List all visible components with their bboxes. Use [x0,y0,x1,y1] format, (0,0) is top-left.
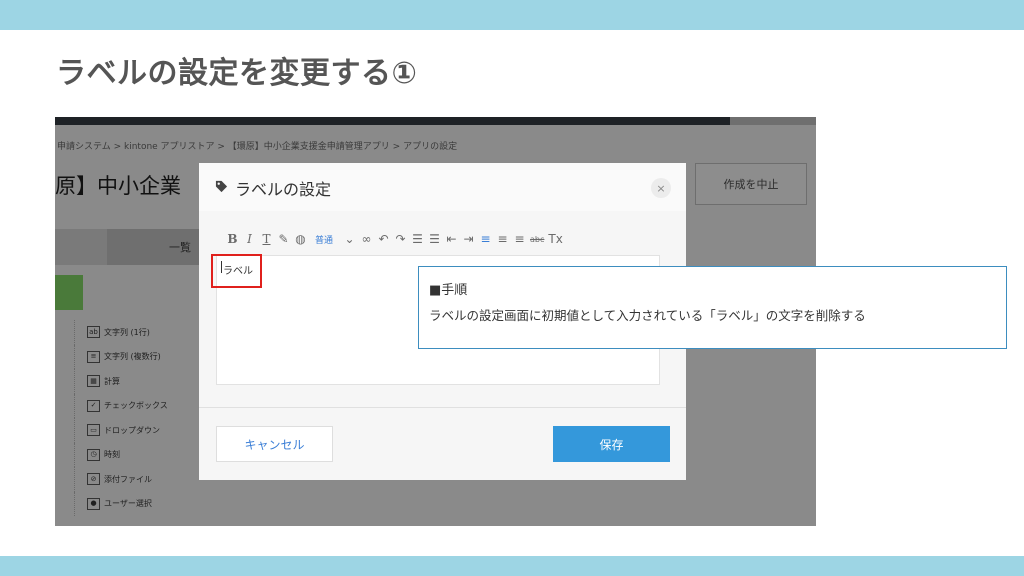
tab-form[interactable] [55,229,107,265]
align-left-icon[interactable]: ≡ [479,229,492,249]
background-color-icon[interactable]: ◍ [294,229,307,249]
breadcrumb: 申請システム > kintone アプリストア > 【環原】中小企業支援金申請管… [57,142,458,152]
palette-item-label: ドロップダウン [104,425,160,435]
redo-icon[interactable]: ↷ [394,229,407,249]
dialog-title: ラベルの設定 [235,180,332,199]
attachment-icon: ⊘ [87,473,100,486]
palette-item[interactable]: ▭ ドロップダウン [55,418,199,443]
user-select-icon: ● [87,497,100,510]
save-button[interactable]: 保存 [553,426,670,462]
align-center-icon[interactable]: ≡ [496,229,509,249]
palette-item-label: 計算 [104,376,120,386]
close-icon[interactable]: × [651,178,671,198]
drag-handle[interactable] [55,344,75,369]
instruction-callout: ■手順 ラベルの設定画面に初期値として入力されている「ラベル」の文字を削除する [418,266,1007,349]
save-form-button[interactable] [55,275,83,310]
bold-icon[interactable]: B [226,229,239,249]
top-band [0,0,1024,30]
drag-handle[interactable] [55,393,75,418]
palette-item-label: 添付ファイル [104,474,152,484]
slide: ラベルの設定を変更する① 申請システム > kintone アプリストア > 【… [0,0,1024,576]
palette-item-label: 文字列 (1行) [104,327,150,337]
bottom-band [0,556,1024,576]
underline-icon[interactable]: T [260,229,273,249]
highlight-box [211,254,262,288]
app-title: 原】中小企業 [55,174,181,198]
callout-body: ラベルの設定画面に初期値として入力されている「ラベル」の文字を削除する [429,308,866,323]
checkbox-icon: ✓ [87,399,100,412]
callout-heading: ■手順 [429,283,468,298]
calc-icon: ▦ [87,375,100,388]
editor-toolbar: B I T ✎ ◍ 普通 ⌄ ∞ ↶ ↷ ☰ ☰ ⇤ ⇥ ≡ ≡ ≡ abc T… [216,223,660,255]
ordered-list-icon[interactable]: ☰ [411,229,424,249]
unordered-list-icon[interactable]: ☰ [428,229,441,249]
text-single-icon: ab [87,326,100,339]
palette-item[interactable]: ● ユーザー選択 [55,491,199,516]
palette-item[interactable]: ⊘ 添付ファイル [55,467,199,492]
palette-item-label: 時刻 [104,450,120,460]
chevron-down-icon[interactable]: ⌄ [343,229,356,249]
text-multi-icon: ≡ [87,350,100,363]
palette-item[interactable]: ◷ 時刻 [55,442,199,467]
app-header-bar-right [730,117,816,125]
italic-icon[interactable]: I [243,229,256,249]
drag-handle[interactable] [55,467,75,492]
palette-item-label: チェックボックス [104,401,168,411]
drag-handle[interactable] [55,442,75,467]
tag-icon [215,180,228,193]
text-color-icon[interactable]: ✎ [277,229,290,249]
drag-handle[interactable] [55,418,75,443]
outdent-icon[interactable]: ⇤ [445,229,458,249]
undo-icon[interactable]: ↶ [377,229,390,249]
time-icon: ◷ [87,448,100,461]
palette-item-label: 文字列 (複数行) [104,352,161,362]
link-icon[interactable]: ∞ [360,229,373,249]
palette-item[interactable]: ab 文字列 (1行) [55,320,199,345]
dialog-divider [199,407,686,408]
app-header-bar [55,117,730,125]
drag-handle[interactable] [55,491,75,516]
dropdown-icon: ▭ [87,424,100,437]
font-size-select[interactable]: 普通 [315,229,333,249]
palette-item[interactable]: ≡ 文字列 (複数行) [55,344,199,369]
strikethrough-icon[interactable]: abc [530,229,544,249]
indent-icon[interactable]: ⇥ [462,229,475,249]
stop-creating-button[interactable]: 作成を中止 [695,163,807,205]
drag-handle[interactable] [55,369,75,394]
palette-item[interactable]: ▦ 計算 [55,369,199,394]
clear-format-icon[interactable]: Tx [548,229,562,249]
slide-title: ラベルの設定を変更する① [56,56,418,91]
field-palette: ab 文字列 (1行) ≡ 文字列 (複数行) ▦ 計算 ✓ チェックボックス ▭ ドロップダウン… [55,320,199,516]
cancel-button[interactable]: キャンセル [216,426,333,462]
palette-item[interactable]: ✓ チェックボックス [55,393,199,418]
align-right-icon[interactable]: ≡ [513,229,526,249]
tab-list[interactable]: 一覧 [107,229,199,265]
palette-item-label: ユーザー選択 [104,499,152,509]
drag-handle[interactable] [55,320,75,345]
